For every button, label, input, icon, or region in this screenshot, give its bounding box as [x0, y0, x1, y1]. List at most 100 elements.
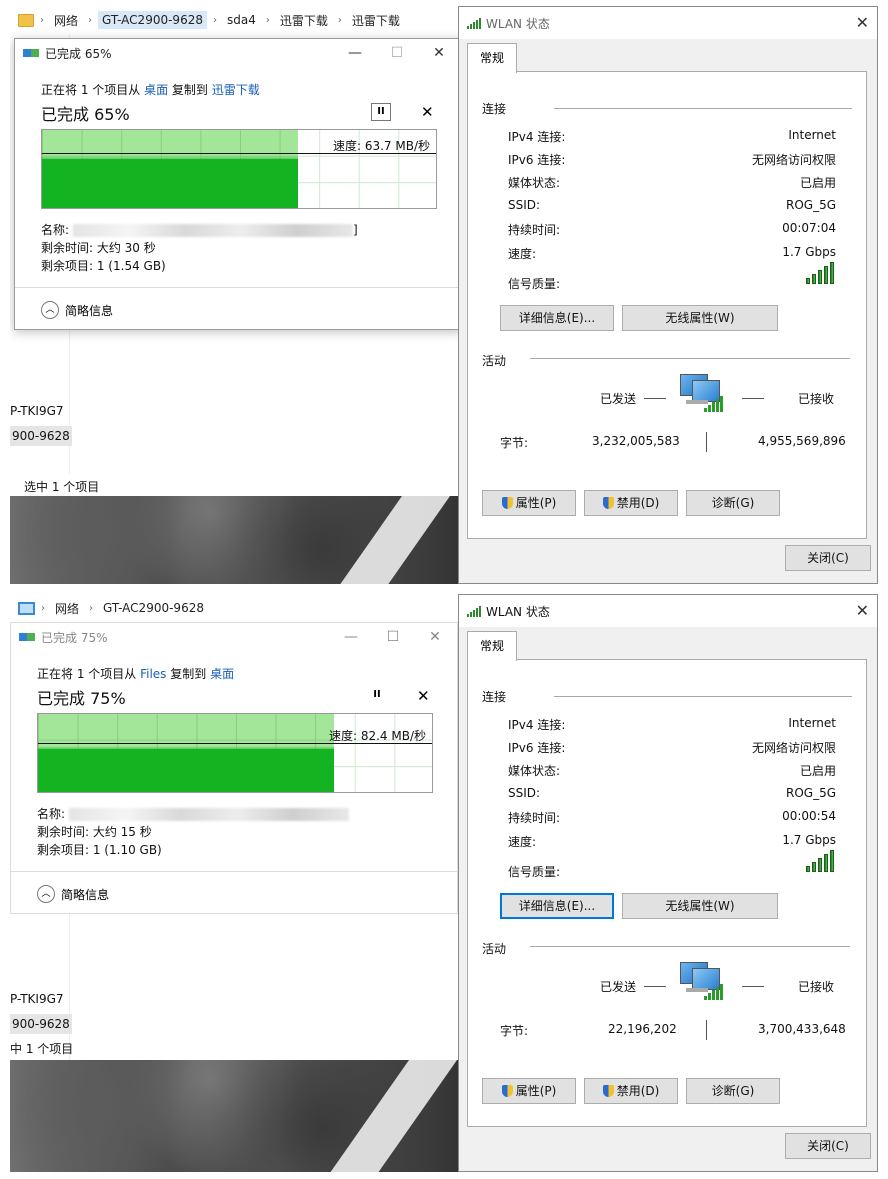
row-value: Internet [788, 128, 836, 142]
info-row: 速度: 1.7 Gbps [508, 245, 836, 262]
details-button[interactable]: 详细信息(E)... [500, 305, 614, 331]
wallpaper-stripe [303, 1060, 458, 1172]
address-bar[interactable]: › 网络 › GT-AC2900-9628 › sda4 › 迅雷下载 › 迅雷… [10, 6, 458, 34]
breadcrumb-item[interactable]: 迅雷下载 [348, 10, 404, 31]
row-value: 00:07:04 [782, 221, 836, 235]
activity-bars [704, 396, 723, 412]
bytes-received: 4,955,569,896 [758, 434, 846, 448]
less-details-toggle[interactable]: ︿ 简略信息 [41, 301, 113, 319]
diagnose-button[interactable]: 诊断(G) [686, 490, 780, 516]
cancel-button[interactable]: ✕ [421, 103, 434, 121]
desktop-wallpaper [10, 496, 458, 584]
details-button[interactable]: 详细信息(E)... [500, 893, 614, 919]
row-value: Internet [788, 716, 836, 730]
nav-item-selected[interactable]: 900-9628 [10, 1014, 72, 1034]
properties-button[interactable]: 属性(P) [482, 1078, 576, 1104]
copy-text: 正在将 1 个项目从 [37, 667, 141, 681]
dialog-title: WLAN 状态 [486, 16, 550, 31]
uac-shield-icon [602, 1085, 614, 1097]
close-button[interactable]: ✕ [421, 627, 449, 647]
source-link[interactable]: 桌面 [144, 83, 168, 97]
chevron-right-icon: › [89, 602, 94, 614]
dialog-titlebar[interactable]: WLAN 状态 ✕ [459, 7, 877, 39]
breadcrumb-item[interactable]: GT-AC2900-9628 [98, 11, 207, 29]
properties-button[interactable]: 属性(P) [482, 490, 576, 516]
copy-progress-icon [19, 631, 35, 643]
pause-button[interactable]: II [367, 687, 387, 705]
row-label: 信号质量: [508, 277, 561, 291]
minimize-button[interactable]: — [337, 627, 365, 647]
row-value: 已启用 [799, 176, 836, 190]
row-value: 00:00:54 [782, 809, 836, 823]
pause-button[interactable]: II [371, 103, 391, 121]
copy-description: 正在将 1 个项目从 Files 复制到 桌面 [37, 665, 234, 682]
copy-progress-icon [23, 47, 39, 59]
tab-general[interactable]: 常规 [467, 631, 517, 661]
received-label: 已接收 [798, 980, 835, 994]
less-details-label: 简略信息 [65, 303, 114, 318]
redacted-file-name [69, 808, 350, 821]
maximize-button[interactable]: ☐ [383, 43, 411, 63]
chevron-up-icon: ︿ [41, 301, 59, 319]
breadcrumb-item[interactable]: 网络 [50, 10, 82, 31]
diagnose-button[interactable]: 诊断(G) [686, 1078, 780, 1104]
divider [706, 432, 707, 452]
breadcrumb-item[interactable]: sda4 [223, 11, 260, 29]
row-label: 持续时间: [508, 223, 561, 237]
divider [530, 358, 850, 359]
name-label: 名称: [41, 223, 70, 237]
dialog-titlebar[interactable]: 已完成 65% — ☐ ✕ [15, 39, 461, 67]
close-dialog-button[interactable]: 关闭(C) [785, 1133, 871, 1159]
maximize-button[interactable]: ☐ [379, 627, 407, 647]
row-label: IPv6 连接: [508, 741, 566, 755]
time-remaining: 剩余时间: 大约 30 秒 [41, 241, 156, 255]
close-button[interactable]: ✕ [856, 13, 869, 32]
breadcrumb-item[interactable]: 迅雷下载 [276, 10, 332, 31]
divider [554, 108, 852, 109]
uac-shield-icon [501, 497, 513, 509]
wireless-properties-button[interactable]: 无线属性(W) [622, 893, 778, 919]
computer-icon [18, 601, 35, 615]
info-row: SSID: ROG_5G [508, 786, 836, 800]
breadcrumb-item[interactable]: GT-AC2900-9628 [99, 599, 208, 617]
activity-group-label: 活动 [482, 942, 507, 956]
minimize-button[interactable]: — [341, 43, 369, 63]
dialog-titlebar[interactable]: WLAN 状态 ✕ [459, 595, 877, 627]
divider [706, 1020, 707, 1040]
redacted-file-name [73, 224, 354, 237]
sent-label: 已发送 [600, 392, 637, 406]
signal-quality-icon [806, 850, 834, 872]
wifi-signal-icon [467, 17, 481, 29]
speed-label: 速度: 82.4 MB/秒 [328, 729, 426, 744]
nav-item[interactable]: P-TKI9G7 [10, 404, 64, 418]
close-button[interactable]: ✕ [856, 601, 869, 620]
connection-group-label: 连接 [482, 690, 507, 704]
destination-link[interactable]: 迅雷下载 [212, 83, 260, 97]
info-row: IPv6 连接: 无网络访问权限 [508, 739, 836, 756]
tab-panel: 连接 IPv4 连接: Internet IPv6 连接: 无网络访问权限 媒体状态… [467, 659, 867, 1127]
percent-complete: 已完成 75% [37, 689, 126, 708]
signal-row: 信号质量: [508, 275, 836, 292]
breadcrumb-item[interactable]: 网络 [51, 598, 83, 619]
nav-item-selected[interactable]: 900-9628 [10, 426, 72, 446]
wireless-properties-button[interactable]: 无线属性(W) [622, 305, 778, 331]
close-dialog-button[interactable]: 关闭(C) [785, 545, 871, 571]
nav-item[interactable]: P-TKI9G7 [10, 992, 64, 1006]
source-link[interactable]: Files [140, 667, 166, 681]
network-computers-icon [680, 962, 724, 1004]
row-value: ROG_5G [785, 198, 836, 212]
wlan-status-dialog: WLAN 状态 ✕ 常规 连接 IPv4 连接: Internet IPv6 连接… [458, 594, 878, 1172]
bytes-label: 字节: [500, 436, 529, 450]
close-button[interactable]: ✕ [425, 43, 453, 63]
cancel-button[interactable]: ✕ [417, 687, 430, 705]
copy-progress-dialog: 已完成 65% — ☐ ✕ 正在将 1 个项目从 桌面 复制到 迅雷下载 已完成… [14, 38, 462, 330]
disable-button[interactable]: 禁用(D) [584, 490, 678, 516]
tab-general[interactable]: 常规 [467, 43, 517, 73]
dialog-titlebar[interactable]: 已完成 75% — ☐ ✕ [11, 623, 457, 651]
disable-button[interactable]: 禁用(D) [584, 1078, 678, 1104]
destination-link[interactable]: 桌面 [210, 667, 234, 681]
address-bar[interactable]: › 网络 › GT-AC2900-9628 [10, 594, 458, 622]
screenshot-bottom: › 网络 › GT-AC2900-9628 P-TKI9G7 900-9628 … [10, 594, 878, 1172]
signal-quality-icon [806, 262, 834, 284]
less-details-toggle[interactable]: ︿ 简略信息 [37, 885, 109, 903]
